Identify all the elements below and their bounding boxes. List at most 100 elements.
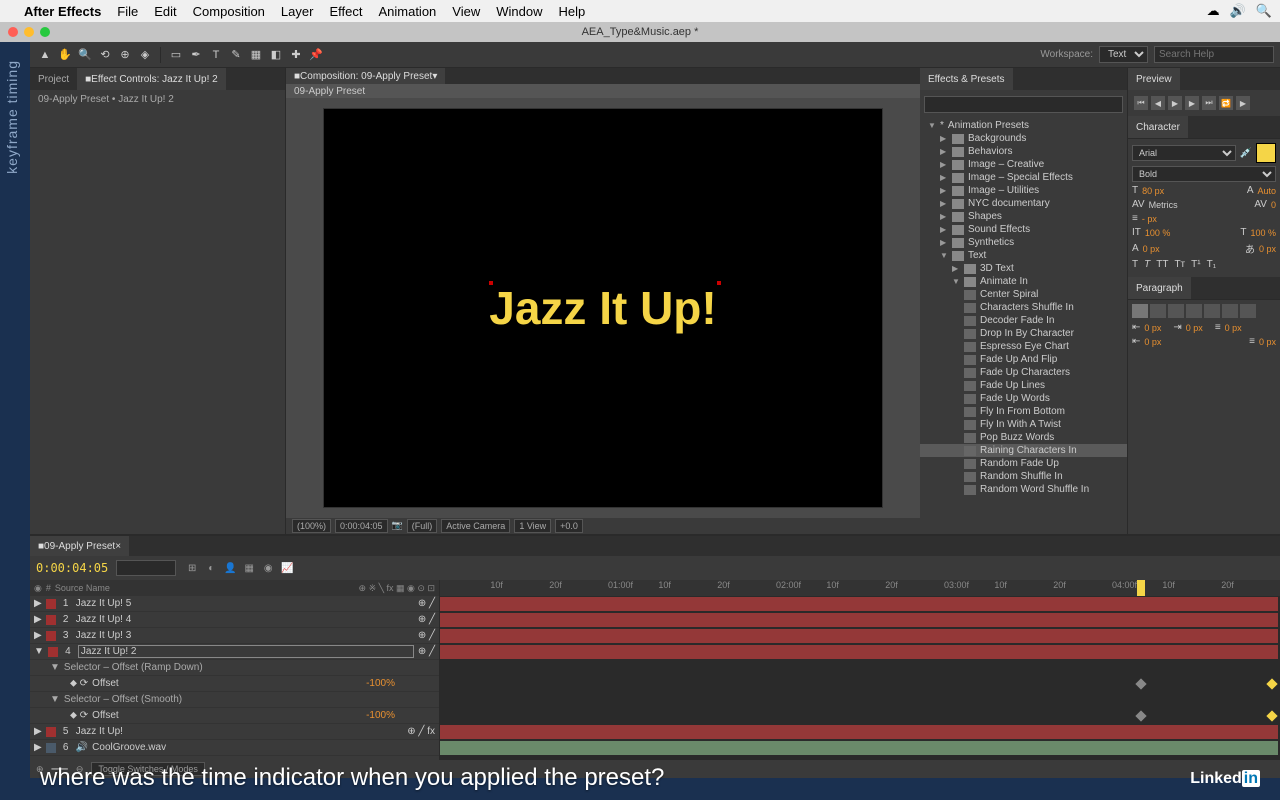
composition-viewer[interactable]: Jazz It Up! bbox=[286, 98, 920, 518]
menu-effect[interactable]: Effect bbox=[329, 4, 362, 19]
magnification-dropdown[interactable]: (100%) bbox=[292, 519, 331, 533]
layer-property[interactable]: ⬥ ⟳Offset-100% bbox=[30, 708, 439, 724]
timeline-tracks[interactable]: 10f 20f 01:00f 10f 20f 02:00f 10f 20f 03… bbox=[440, 580, 1280, 760]
layer-bar-audio[interactable] bbox=[440, 741, 1278, 755]
zoom-button[interactable] bbox=[40, 27, 50, 37]
leading-value[interactable]: Auto bbox=[1257, 186, 1276, 196]
current-time-display[interactable]: 0:00:04:05 bbox=[36, 561, 108, 575]
tree-folder[interactable]: ▶Image – Special Effects bbox=[920, 171, 1127, 184]
cti-head[interactable] bbox=[1137, 580, 1145, 596]
tree-folder[interactable]: ▶Image – Creative bbox=[920, 158, 1127, 171]
layer-row[interactable]: ▶3Jazz It Up! 3⊕ ╱ bbox=[30, 628, 439, 644]
tree-preset[interactable]: Fade Up Characters bbox=[920, 366, 1127, 379]
tab-preview[interactable]: Preview bbox=[1128, 68, 1180, 90]
brush-tool-icon[interactable]: ✎ bbox=[227, 46, 245, 64]
exposure-value[interactable]: +0.0 bbox=[555, 519, 583, 533]
keyframe[interactable] bbox=[1136, 710, 1147, 721]
menu-view[interactable]: View bbox=[452, 4, 480, 19]
font-family-select[interactable]: Arial bbox=[1132, 145, 1236, 161]
smallcaps-button[interactable]: Tᴛ bbox=[1174, 259, 1185, 270]
justify-last-center-button[interactable] bbox=[1204, 304, 1220, 318]
tree-preset[interactable]: Decoder Fade In bbox=[920, 314, 1127, 327]
zoom-tool-icon[interactable]: 🔍 bbox=[76, 46, 94, 64]
resolution-dropdown[interactable]: (Full) bbox=[407, 519, 438, 533]
tree-folder[interactable]: ▶Backgrounds bbox=[920, 132, 1127, 145]
tree-folder[interactable]: ▶Sound Effects bbox=[920, 223, 1127, 236]
viewer-text-layer[interactable]: Jazz It Up! bbox=[489, 281, 716, 335]
menu-composition[interactable]: Composition bbox=[193, 4, 265, 19]
tab-paragraph[interactable]: Paragraph bbox=[1128, 277, 1191, 299]
tree-preset[interactable]: Fly In From Bottom bbox=[920, 405, 1127, 418]
tree-folder[interactable]: ▶NYC documentary bbox=[920, 197, 1127, 210]
volume-icon[interactable]: 🔊 bbox=[1230, 3, 1246, 19]
layer-row[interactable]: ▶6🔊CoolGroove.wav bbox=[30, 740, 439, 756]
vscale-value[interactable]: 100 % bbox=[1145, 228, 1171, 238]
tree-preset[interactable]: Random Word Shuffle In bbox=[920, 483, 1127, 496]
align-right-button[interactable] bbox=[1168, 304, 1184, 318]
tree-preset[interactable]: Random Shuffle In bbox=[920, 470, 1127, 483]
justify-last-right-button[interactable] bbox=[1222, 304, 1238, 318]
menu-file[interactable]: File bbox=[117, 4, 138, 19]
tree-folder[interactable]: ▶Behaviors bbox=[920, 145, 1127, 158]
tree-preset[interactable]: Fade Up Lines bbox=[920, 379, 1127, 392]
layer-row-selected[interactable]: ▼4Jazz It Up! 2⊕ ╱ bbox=[30, 644, 439, 660]
timeline-search-input[interactable] bbox=[116, 560, 176, 576]
tree-preset[interactable]: Fade Up Words bbox=[920, 392, 1127, 405]
hand-tool-icon[interactable]: ✋ bbox=[56, 46, 74, 64]
pan-behind-tool-icon[interactable]: ◈ bbox=[136, 46, 154, 64]
property-value[interactable]: -100% bbox=[366, 678, 435, 689]
camera-dropdown[interactable]: Active Camera bbox=[441, 519, 510, 533]
menu-help[interactable]: Help bbox=[558, 4, 585, 19]
time-ruler[interactable]: 10f 20f 01:00f 10f 20f 02:00f 10f 20f 03… bbox=[440, 580, 1280, 596]
tree-preset[interactable]: Drop In By Character bbox=[920, 327, 1127, 340]
shy-icon[interactable]: 👤 bbox=[222, 560, 238, 576]
snapshot-icon[interactable]: 📷 bbox=[392, 520, 403, 531]
cloud-icon[interactable]: ☁ bbox=[1207, 3, 1220, 19]
layer-bar[interactable] bbox=[440, 725, 1278, 739]
tree-preset[interactable]: Characters Shuffle In bbox=[920, 301, 1127, 314]
hscale-value[interactable]: 100 % bbox=[1250, 228, 1276, 238]
font-style-select[interactable]: Bold bbox=[1132, 166, 1276, 182]
fill-color-swatch[interactable] bbox=[1256, 143, 1276, 163]
next-frame-button[interactable]: ▶ bbox=[1185, 96, 1199, 110]
motion-blur-icon[interactable]: ◉ bbox=[260, 560, 276, 576]
superscript-button[interactable]: T¹ bbox=[1191, 259, 1200, 270]
type-tool-icon[interactable]: T bbox=[207, 46, 225, 64]
tab-timeline-comp[interactable]: ■ 09-Apply Preset × bbox=[30, 536, 129, 556]
italic-button[interactable]: T bbox=[1144, 259, 1150, 270]
effects-search-input[interactable] bbox=[924, 96, 1123, 113]
rectangle-tool-icon[interactable]: ▭ bbox=[167, 46, 185, 64]
layer-bar[interactable] bbox=[440, 597, 1278, 611]
pen-tool-icon[interactable]: ✒ bbox=[187, 46, 205, 64]
play-button[interactable]: ▶ bbox=[1168, 96, 1182, 110]
prev-frame-button[interactable]: ◀ bbox=[1151, 96, 1165, 110]
indent-left[interactable]: 0 px bbox=[1144, 323, 1161, 333]
justify-all-button[interactable] bbox=[1240, 304, 1256, 318]
bold-button[interactable]: T bbox=[1132, 259, 1138, 270]
tree-preset[interactable]: Center Spiral bbox=[920, 288, 1127, 301]
draft-3d-icon[interactable]: ◐ bbox=[203, 560, 219, 576]
selection-tool-icon[interactable]: ▲ bbox=[36, 46, 54, 64]
menu-layer[interactable]: Layer bbox=[281, 4, 314, 19]
align-left-button[interactable] bbox=[1132, 304, 1148, 318]
tree-root[interactable]: ▼*Animation Presets bbox=[920, 119, 1127, 132]
tree-preset[interactable]: Fly In With A Twist bbox=[920, 418, 1127, 431]
align-center-button[interactable] bbox=[1150, 304, 1166, 318]
minimize-button[interactable] bbox=[24, 27, 34, 37]
tracking-value[interactable]: 0 bbox=[1271, 200, 1276, 210]
font-size-value[interactable]: 80 px bbox=[1142, 186, 1164, 196]
camera-tool-icon[interactable]: ⊕ bbox=[116, 46, 134, 64]
keyframe[interactable] bbox=[1266, 710, 1277, 721]
keyframe[interactable] bbox=[1136, 678, 1147, 689]
stroke-width[interactable]: - px bbox=[1142, 214, 1157, 224]
layer-row[interactable]: ▶1Jazz It Up! 5⊕ ╱ bbox=[30, 596, 439, 612]
last-frame-button[interactable]: ⏭ bbox=[1202, 96, 1216, 110]
tree-folder[interactable]: ▶Synthetics bbox=[920, 236, 1127, 249]
tab-effects-presets[interactable]: Effects & Presets bbox=[920, 68, 1013, 90]
menu-window[interactable]: Window bbox=[496, 4, 542, 19]
subscript-button[interactable]: T₁ bbox=[1207, 259, 1216, 270]
tree-preset[interactable]: Random Fade Up bbox=[920, 457, 1127, 470]
layer-bar[interactable] bbox=[440, 613, 1278, 627]
effects-tree[interactable]: ▼*Animation Presets ▶Backgrounds ▶Behavi… bbox=[920, 117, 1127, 534]
layer-bar-selected[interactable] bbox=[440, 645, 1278, 659]
